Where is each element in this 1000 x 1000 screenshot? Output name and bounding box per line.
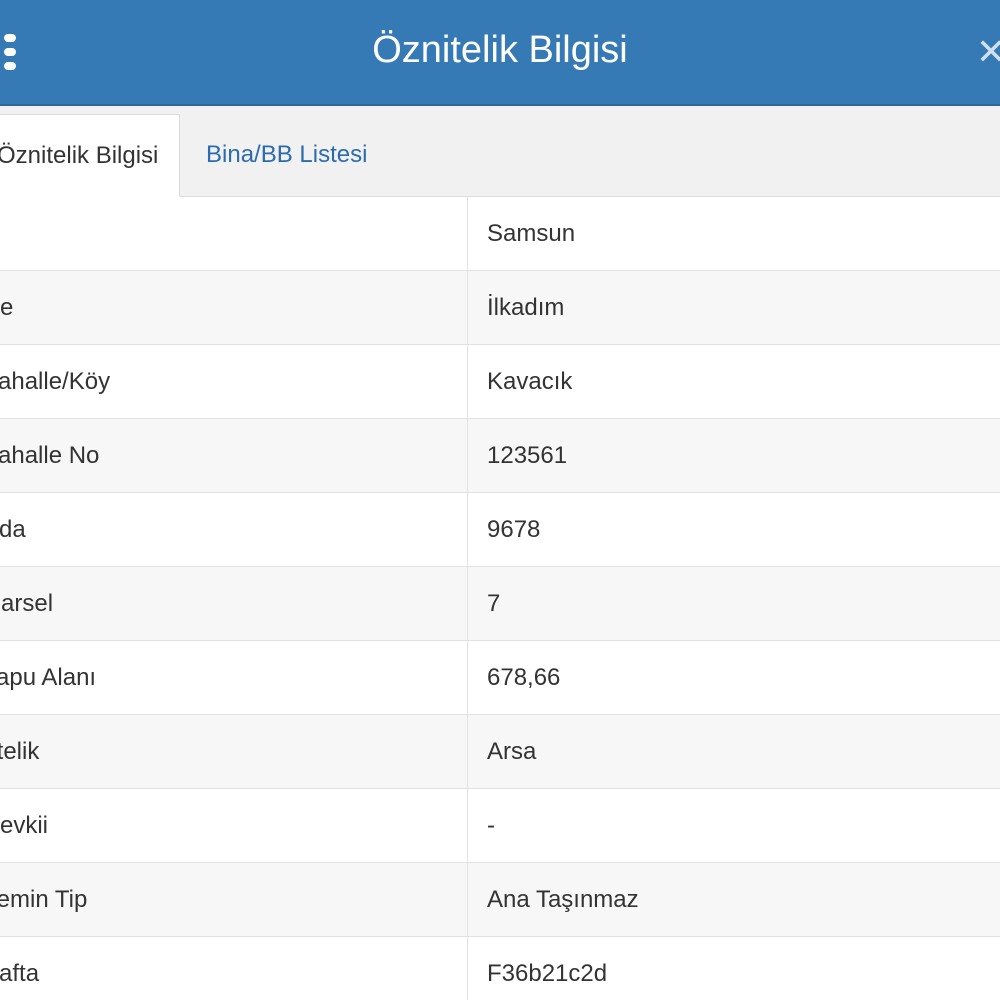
row-label: Mahalle/Köy [0,368,111,395]
row-label-cell: Nitelik [0,715,468,788]
window-header: Öznitelik Bilgisi ✕ [0,0,1000,106]
tab-bar: Öznitelik Bilgisi Bina/BB Listesi [0,106,1000,197]
row-value: 678,66 [487,664,561,691]
table-row: Ada 9678 [0,493,1000,567]
row-label: İlçe [0,294,14,321]
table-row: Pafta F36b21c2d [0,937,1000,1000]
table-row: Parsel 7 [0,567,1000,641]
attribute-info-window: Öznitelik Bilgisi ✕ Öznitelik Bilgisi Bi… [0,0,1000,1000]
table-row: Tapu Alanı 678,66 [0,641,1000,715]
row-value: İlkadım [487,294,565,321]
row-label: Mevkii [0,812,49,839]
row-label-cell: İl [0,197,468,270]
row-label-cell: Tapu Alanı [0,641,468,714]
table-row: Zemin Tip Ana Taşınmaz [0,863,1000,937]
row-value: F36b21c2d [487,960,608,987]
attribute-table: İl Samsun İlçe İlkadım Mahalle/Köy Kavac… [0,197,1000,1000]
table-row: Mahalle/Köy Kavacık [0,345,1000,419]
table-row: Mahalle No 123561 [0,419,1000,493]
row-value: 9678 [487,516,541,543]
table-row: Mevkii - [0,789,1000,863]
row-label: Parsel [0,590,54,617]
row-label-cell: Ada [0,493,468,566]
row-label: Tapu Alanı [0,664,97,691]
window-title: Öznitelik Bilgisi [372,29,628,71]
table-row: İlçe İlkadım [0,271,1000,345]
row-label-cell: Mevkii [0,789,468,862]
row-label-cell: Zemin Tip [0,863,468,936]
table-row: Nitelik Arsa [0,715,1000,789]
row-value: Arsa [487,738,537,765]
row-value: 123561 [487,442,568,469]
row-label: Nitelik [0,738,40,765]
row-value: Samsun [487,220,576,247]
row-value: Kavacık [487,368,573,395]
row-value: Ana Taşınmaz [487,886,639,913]
row-label: Zemin Tip [0,886,88,913]
row-label: Pafta [0,960,40,987]
table-row: İl Samsun [0,197,1000,271]
row-value: 7 [487,590,501,617]
row-label-cell: Parsel [0,567,468,640]
close-icon[interactable]: ✕ [976,34,1000,70]
row-label: Ada [0,516,26,543]
row-value: - [487,812,495,839]
row-label-cell: İlçe [0,271,468,344]
row-label-cell: Mahalle No [0,419,468,492]
tab-building-list[interactable]: Bina/BB Listesi [206,114,367,196]
tab-attribute-info[interactable]: Öznitelik Bilgisi [0,114,180,197]
row-label-cell: Pafta [0,937,468,1000]
row-label-cell: Mahalle/Köy [0,345,468,418]
row-label: Mahalle No [0,442,100,469]
